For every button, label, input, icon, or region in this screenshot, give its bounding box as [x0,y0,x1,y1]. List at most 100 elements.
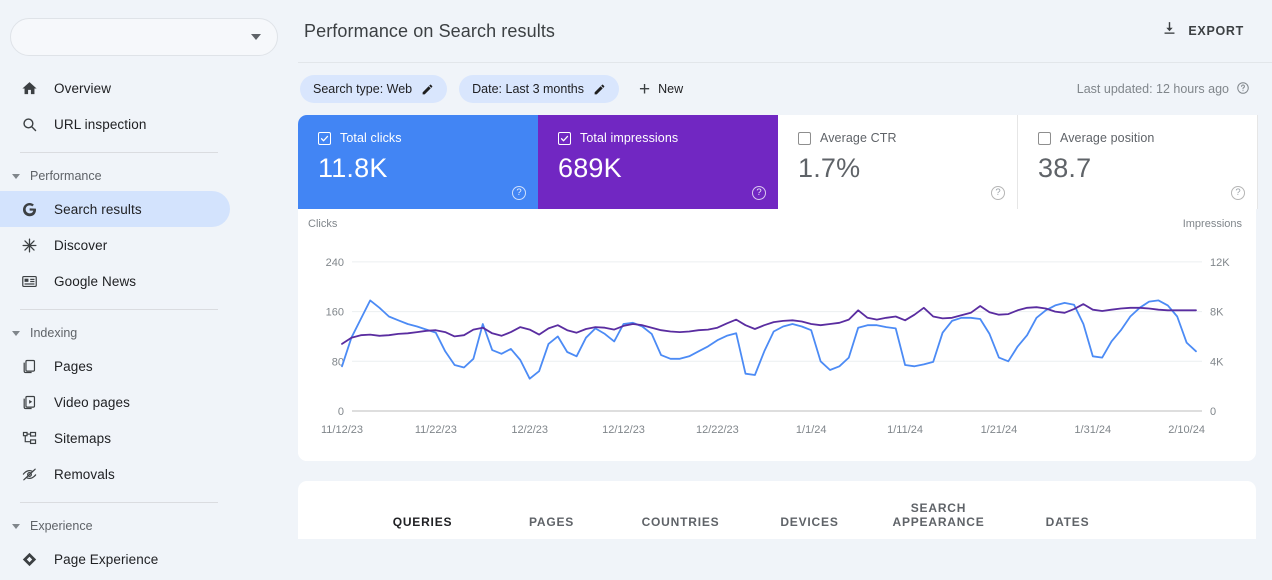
sidebar-divider [20,152,218,153]
sidebar-section-experience[interactable]: Experience [0,511,298,541]
svg-text:1/21/24: 1/21/24 [981,424,1018,436]
filter-bar: Search type: Web Date: Last 3 months + N… [298,63,1272,115]
sidebar-item-label: URL inspection [54,116,147,132]
sidebar-item-video-pages[interactable]: Video pages [0,384,230,420]
sidebar-item-label: Page Experience [54,551,159,567]
checkbox-checked-icon[interactable] [318,131,331,145]
sidebar-item-label: Removals [54,466,115,482]
help-circle-icon[interactable]: ? [1231,186,1245,200]
tab-dates[interactable]: DATES [1003,515,1132,539]
tab-devices[interactable]: DEVICES [745,515,874,539]
metric-value: 689K [558,153,622,183]
metric-card-total-clicks[interactable]: Total clicks 11.8K ? [298,115,538,209]
sidebar-item-pages[interactable]: Pages [0,348,230,384]
pencil-icon[interactable] [421,83,434,96]
sidebar-item-page-experience[interactable]: Page Experience [0,541,230,577]
sidebar-section-label: Performance [30,169,102,183]
pencil-icon[interactable] [593,83,606,96]
sidebar-section-indexing[interactable]: Indexing [0,318,298,348]
help-circle-icon[interactable]: ? [512,186,526,200]
sidebar-divider [20,309,218,310]
sidebar-item-label: Sitemaps [54,430,112,446]
metric-value: 11.8K [318,153,388,183]
page-experience-icon [20,550,38,568]
removals-eye-off-icon [20,465,38,483]
page-title: Performance on Search results [304,20,556,41]
filter-chip-label: Search type: Web [313,82,413,96]
sidebar-item-search-results[interactable]: Search results [0,191,230,227]
sidebar-section-performance[interactable]: Performance [0,161,298,191]
svg-text:1/1/24: 1/1/24 [796,424,827,436]
metric-header: Total impressions [558,131,760,145]
svg-text:1/31/24: 1/31/24 [1074,424,1111,436]
metric-card-total-impressions[interactable]: Total impressions 689K ? [538,115,778,209]
tab-search-appearance[interactable]: SEARCH APPEARANCE [874,501,1003,539]
dimension-tabs-card: QUERIES PAGES COUNTRIES DEVICES SEARCH A… [298,481,1256,539]
sidebar-divider [20,502,218,503]
svg-text:2/10/24: 2/10/24 [1168,424,1205,436]
performance-panel: Total clicks 11.8K ? Total impressions 6… [298,115,1258,461]
tab-pages[interactable]: PAGES [487,515,616,539]
chevron-down-icon [251,34,261,40]
tab-countries[interactable]: COUNTRIES [616,515,745,539]
svg-text:4K: 4K [1210,356,1224,368]
help-circle-icon[interactable] [1236,81,1250,98]
sidebar-item-label: Video pages [54,394,130,410]
metric-label: Average position [1060,131,1155,145]
filter-chip-label: Date: Last 3 months [472,82,585,96]
google-news-icon [20,272,38,290]
checkbox-checked-icon[interactable] [558,131,571,145]
property-selector[interactable] [10,18,278,56]
svg-text:12/12/23: 12/12/23 [602,424,645,436]
checkbox-unchecked-icon[interactable] [1038,131,1051,145]
metric-label: Total impressions [580,131,679,145]
sidebar-item-removals[interactable]: Removals [0,456,230,492]
svg-text:0: 0 [1210,406,1216,418]
sidebar-item-google-news[interactable]: Google News [0,263,230,299]
page-header: Performance on Search results EXPORT [298,0,1272,62]
sidebar-item-sitemaps[interactable]: Sitemaps [0,420,230,456]
svg-text:12/2/23: 12/2/23 [511,424,548,436]
svg-text:0: 0 [338,406,344,418]
metric-card-average-position[interactable]: Average position 38.7 ? [1018,115,1258,209]
metric-label: Total clicks [340,131,402,145]
pages-icon [20,357,38,375]
export-button[interactable]: EXPORT [1155,14,1250,48]
filter-chip-search-type[interactable]: Search type: Web [300,75,448,103]
svg-text:Clicks: Clicks [308,218,338,230]
svg-text:12K: 12K [1210,257,1230,269]
sidebar-item-label: Search results [54,201,142,217]
new-filter-label: New [658,82,684,96]
discover-asterisk-icon [20,236,38,254]
sidebar-section-label: Experience [30,519,93,533]
svg-text:11/22/23: 11/22/23 [415,424,457,436]
dimension-tabs: QUERIES PAGES COUNTRIES DEVICES SEARCH A… [298,481,1132,539]
plus-icon: + [639,78,651,100]
svg-text:8K: 8K [1210,307,1224,319]
metric-label: Average CTR [820,131,897,145]
metric-header: Total clicks [318,131,520,145]
google-g-icon [20,200,38,218]
sidebar-item-discover[interactable]: Discover [0,227,230,263]
help-circle-icon[interactable]: ? [752,186,766,200]
checkbox-unchecked-icon[interactable] [798,131,811,145]
sidebar-item-label: Discover [54,237,108,253]
search-console-app: Overview URL inspection Performance Sear… [0,0,1272,580]
main-content: Performance on Search results EXPORT Sea… [298,0,1272,580]
sidebar-item-label: Overview [54,80,112,96]
new-filter-button[interactable]: + New [631,75,691,103]
export-label: EXPORT [1188,24,1244,38]
sidebar-item-url-inspection[interactable]: URL inspection [0,106,230,142]
chevron-down-icon [12,330,20,336]
sidebar: Overview URL inspection Performance Sear… [0,0,298,580]
tab-queries[interactable]: QUERIES [358,515,487,539]
filter-chip-date[interactable]: Date: Last 3 months [459,75,620,103]
sidebar-item-overview[interactable]: Overview [0,70,230,106]
chevron-down-icon [12,523,20,529]
metric-card-average-ctr[interactable]: Average CTR 1.7% ? [778,115,1018,209]
metric-header: Average CTR [798,131,999,145]
sidebar-nav: Overview URL inspection Performance Sear… [0,70,298,577]
sidebar-section-label: Indexing [30,326,78,340]
home-icon [20,79,38,97]
help-circle-icon[interactable]: ? [991,186,1005,200]
